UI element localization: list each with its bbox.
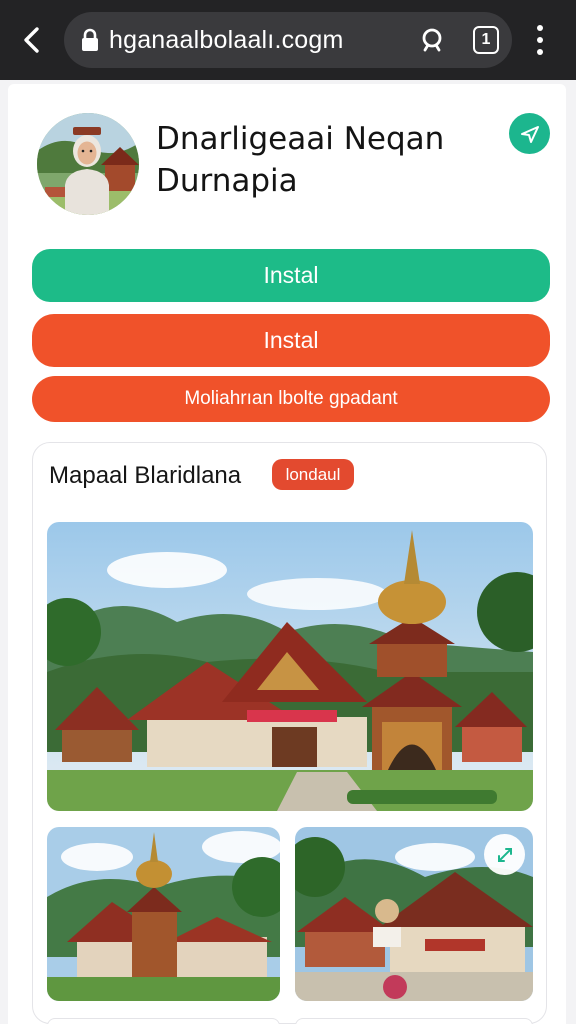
more-info-button[interactable]: Moliahrıan lbolte gpadant (32, 376, 550, 422)
gallery-badge[interactable]: londaul (272, 459, 354, 490)
gallery-title: Mapaal Blaridlana (49, 462, 242, 489)
gallery-photo-next-left (47, 1018, 280, 1024)
app-title-line-2: Durnapia (156, 163, 298, 199)
expand-icon (497, 847, 512, 862)
more-vert-icon[interactable] (526, 20, 554, 60)
install-button-secondary[interactable]: Instal (32, 314, 550, 367)
lock-icon (82, 28, 98, 51)
avatar (37, 113, 139, 215)
address-bar[interactable]: hganaalbolaalı.cogm 1 (64, 12, 512, 68)
tabs-icon[interactable]: 1 (473, 26, 499, 54)
gallery-photo-2[interactable] (47, 827, 280, 1001)
share-icon (520, 125, 539, 143)
gallery-photo-next-right (295, 1018, 533, 1024)
share-button[interactable] (509, 113, 550, 154)
search-icon[interactable] (419, 26, 447, 54)
url-text[interactable]: hganaalbolaalı.cogm (109, 26, 344, 54)
gallery-photo-main[interactable] (47, 522, 533, 811)
tab-count: 1 (481, 31, 491, 48)
back-button[interactable] (14, 22, 50, 58)
install-button-primary[interactable]: Instal (32, 249, 550, 302)
browser-toolbar: hganaalbolaalı.cogm 1 (0, 0, 576, 80)
app-title: Dnarligeaai Neqan Durnapia (156, 118, 486, 202)
expand-button[interactable] (484, 834, 525, 875)
app-title-line-1: Dnarligeaai Neqan (156, 121, 445, 157)
back-arrow-icon (24, 27, 39, 53)
